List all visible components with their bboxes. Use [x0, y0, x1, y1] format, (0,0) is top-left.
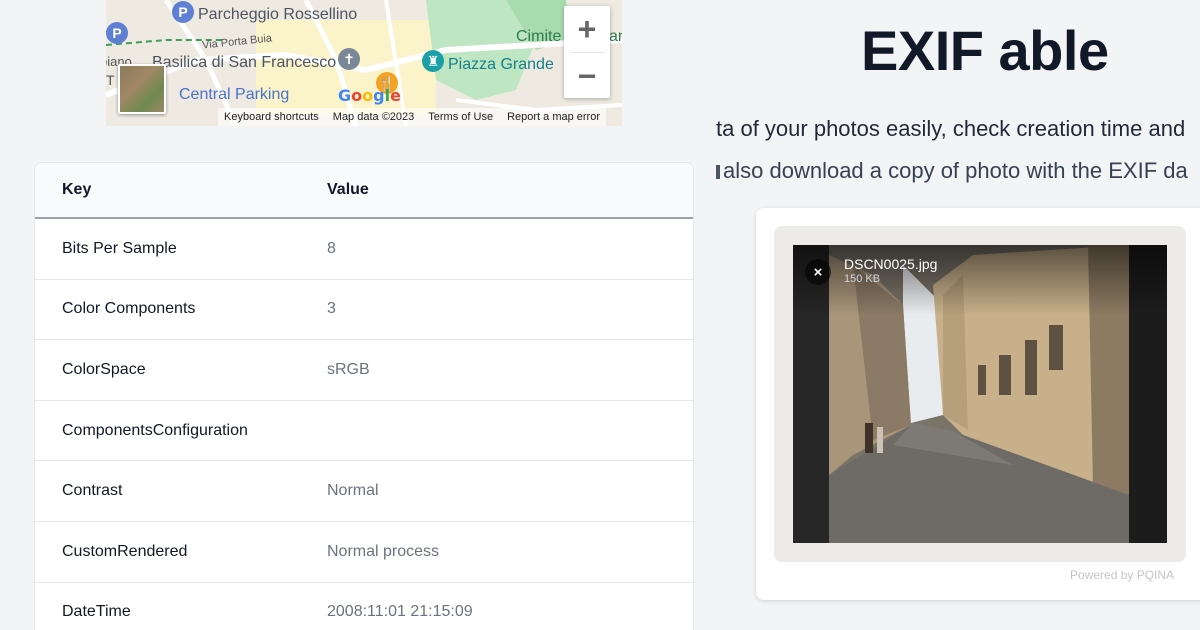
file-name: DSCN0025.jpg [844, 256, 938, 272]
map-label-cimitero-end: an [609, 28, 622, 45]
terms-of-use-link[interactable]: Terms of Use [428, 111, 493, 123]
table-row: Color Components 3 [35, 280, 693, 341]
map-label-piazza-grande: Piazza Grande [448, 56, 554, 73]
description-line-2: also download a copy of photo with the E… [716, 158, 1200, 188]
file-drop-area[interactable]: × DSCN0025.jpg 150 KB [774, 226, 1186, 562]
map-label-central-parking: Central Parking [179, 86, 290, 103]
table-row: CustomRendered Normal process [35, 522, 693, 583]
photo-preview: × DSCN0025.jpg 150 KB [793, 245, 1167, 543]
row-value: 3 [327, 300, 336, 318]
row-key: Color Components [62, 300, 196, 318]
map-label-parcheggio: Parcheggio Rossellino [198, 6, 358, 23]
map-label-cimitero: Cimite [516, 28, 562, 45]
exif-table: Key Value Bits Per Sample 8 Color Compon… [34, 162, 694, 630]
row-key: ComponentsConfiguration [62, 421, 248, 439]
row-key: Bits Per Sample [62, 239, 177, 257]
church-pin-icon[interactable]: ✝ [338, 48, 360, 70]
map-data-text: Map data ©2023 [332, 111, 415, 123]
table-row: ColorSpace sRGB [35, 340, 693, 401]
table-row: ComponentsConfiguration [35, 401, 693, 462]
row-value: 2008:11:01 21:15:09 [327, 603, 473, 621]
parking-pin-icon[interactable]: P [106, 22, 128, 44]
header-value: Value [327, 181, 369, 198]
table-header: Key Value [35, 163, 693, 219]
description-text: also download a copy of photo with the E… [716, 158, 1200, 184]
report-map-error-link[interactable]: Report a map error [507, 111, 600, 123]
row-value: Normal [327, 482, 379, 500]
keyboard-shortcuts-link[interactable]: Keyboard shortcuts [224, 111, 319, 123]
upload-panel: × DSCN0025.jpg 150 KB Powered by PQINA [756, 208, 1200, 600]
location-map[interactable]: P Parcheggio Rossellino P Via Porta Buia… [106, 0, 622, 126]
description-line-1: ta of your photos easily, check creation… [716, 116, 1200, 146]
row-value: sRGB [327, 360, 370, 378]
pin-letter: P [178, 4, 188, 20]
table-row: DateTime 2008:11:01 21:15:09 [35, 583, 693, 630]
row-key: Contrast [62, 482, 123, 500]
remove-file-button[interactable]: × [805, 259, 831, 285]
zoom-in-button[interactable]: + [564, 6, 610, 52]
table-row: Bits Per Sample 8 [35, 219, 693, 280]
zoom-out-button[interactable]: − [564, 53, 610, 99]
row-key: DateTime [62, 603, 131, 621]
row-value: Normal process [327, 542, 440, 560]
row-key: CustomRendered [62, 542, 188, 560]
description-text: ta of your photos easily, check creation… [716, 116, 1186, 141]
row-value: 8 [327, 239, 336, 257]
file-size: 150 KB [844, 273, 881, 285]
page-title: EXIF able [861, 19, 1109, 82]
powered-by-link[interactable]: Powered by PQINA [1070, 568, 1174, 582]
table-row: Contrast Normal [35, 461, 693, 522]
satellite-toggle-thumbnail[interactable] [118, 64, 166, 114]
map-attribution: Keyboard shortcuts Map data ©2023 Terms … [218, 108, 607, 126]
map-label-left-t: T [106, 72, 115, 88]
map-zoom-control: + − [564, 6, 610, 98]
header-key: Key [62, 181, 92, 198]
pin-letter: P [112, 25, 122, 41]
google-logo: Google [338, 86, 401, 105]
map-label-basilica: Basilica di San Francesco [152, 54, 337, 71]
row-key: ColorSpace [62, 360, 146, 378]
parking-pin-icon[interactable]: P [172, 1, 194, 23]
landmark-pin-icon[interactable]: ♜ [422, 50, 444, 72]
